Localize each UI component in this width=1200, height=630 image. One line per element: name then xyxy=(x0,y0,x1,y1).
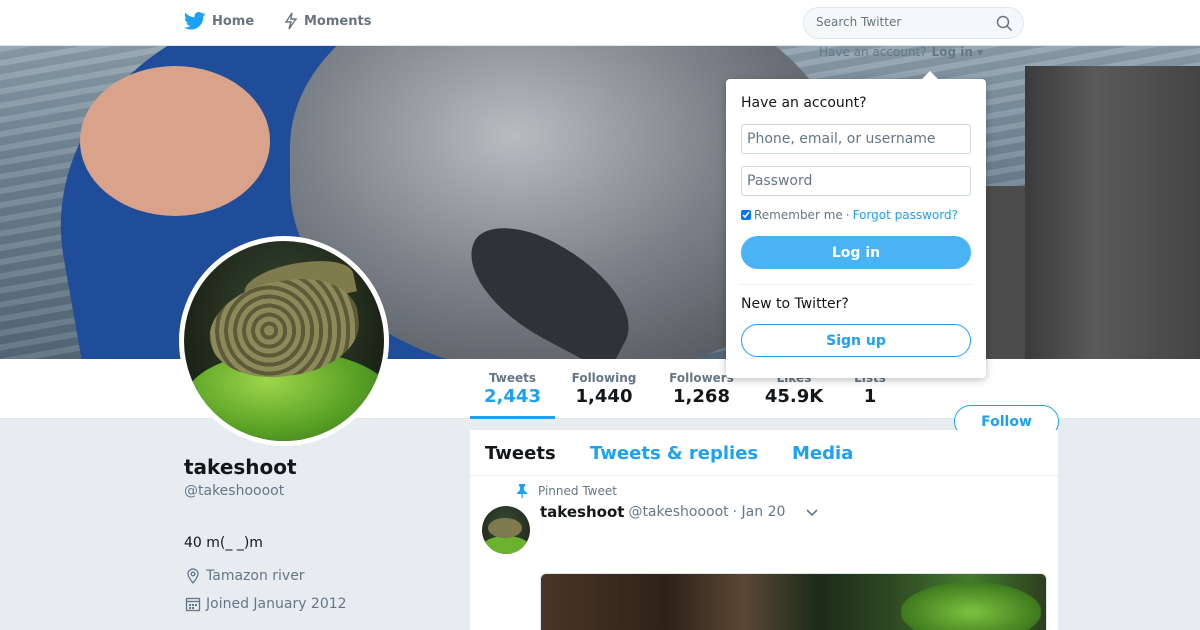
divider xyxy=(741,284,971,285)
profile-banner xyxy=(0,46,1200,359)
stat-value: 2,443 xyxy=(484,386,541,407)
banner-rock xyxy=(1025,66,1200,359)
timeline: Tweets Tweets & replies Media Pinned Twe… xyxy=(470,430,1058,630)
stat-tweets[interactable]: Tweets 2,443 xyxy=(470,371,555,419)
tweet-avatar-fish xyxy=(488,518,522,538)
pinned-tweet-text: Pinned Tweet xyxy=(538,484,617,498)
profile-joined-text: Joined January 2012 xyxy=(206,596,347,612)
nav-home[interactable]: Home xyxy=(184,12,254,30)
search-box[interactable] xyxy=(803,7,1024,39)
banner-hand xyxy=(80,66,270,216)
profile-location-text: Tamazon river xyxy=(206,568,305,584)
stat-value: 1,440 xyxy=(575,386,633,407)
nav-moments-label: Moments xyxy=(304,13,372,29)
login-dropdown: Have an account? Remember me · Forgot pa… xyxy=(726,71,986,378)
tweet-date[interactable]: · Jan 20 xyxy=(733,504,786,520)
chevron-down-icon[interactable] xyxy=(805,508,819,518)
top-nav: Home Moments xyxy=(0,0,1200,46)
profile-bio: 40 m(_ _)m xyxy=(184,535,263,551)
tweet-header: takeshoot @takeshoooot · Jan 20 xyxy=(540,503,785,521)
tweet-avatar-leaves xyxy=(482,536,530,554)
nav-home-label: Home xyxy=(212,13,255,29)
tweet-media-image[interactable] xyxy=(540,573,1047,630)
login-dropdown-title: Have an account? xyxy=(741,95,867,111)
stat-label: Following xyxy=(571,371,637,385)
location-pin-icon xyxy=(187,568,199,585)
stat-value: 1 xyxy=(863,386,877,407)
calendar-icon xyxy=(185,597,201,612)
username-input[interactable] xyxy=(741,124,971,154)
search-icon[interactable] xyxy=(996,15,1013,32)
pinned-tweet-label: Pinned Tweet xyxy=(516,484,617,498)
remember-row: Remember me · Forgot password? xyxy=(741,208,958,222)
new-to-twitter-text: New to Twitter? xyxy=(741,296,849,312)
tab-tweets[interactable]: Tweets xyxy=(485,443,556,464)
pin-icon xyxy=(517,484,527,498)
tweet-author-name[interactable]: takeshoot xyxy=(540,503,624,521)
stat-value: 45.9K xyxy=(764,386,824,407)
tweet-avatar[interactable] xyxy=(482,506,530,554)
forgot-password-link[interactable]: Forgot password? xyxy=(853,208,958,222)
login-link[interactable]: Log in ▾ xyxy=(932,45,984,59)
nav-moments[interactable]: Moments xyxy=(284,12,371,30)
signup-button[interactable]: Sign up xyxy=(741,324,971,357)
remember-label[interactable]: Remember me xyxy=(754,208,843,222)
have-account-text: Have an account? xyxy=(819,45,927,59)
tweet-media-plant xyxy=(901,582,1041,630)
password-input[interactable] xyxy=(741,166,971,196)
have-account-prompt: Have an account? Log in ▾ xyxy=(819,45,983,59)
profile-joined: Joined January 2012 xyxy=(184,595,347,613)
profile-name[interactable]: takeshoot xyxy=(184,455,297,479)
stat-following[interactable]: Following 1,440 xyxy=(566,371,642,407)
profile-avatar[interactable] xyxy=(179,236,389,446)
stat-value: 1,268 xyxy=(673,386,730,407)
tweet-author-handle[interactable]: @takeshoooot xyxy=(628,504,728,520)
tab-tweets-replies[interactable]: Tweets & replies xyxy=(590,443,758,464)
login-button[interactable]: Log in xyxy=(741,236,971,269)
profile-location: Tamazon river xyxy=(184,567,305,585)
profile-handle[interactable]: @takeshoooot xyxy=(184,483,284,499)
stat-label: Tweets xyxy=(488,371,537,385)
tab-media[interactable]: Media xyxy=(792,443,853,464)
lightning-icon xyxy=(284,12,298,30)
search-input[interactable] xyxy=(816,15,986,29)
twitter-bird-icon xyxy=(184,12,206,30)
timeline-tabs: Tweets Tweets & replies Media xyxy=(470,430,1058,476)
remember-separator: · xyxy=(845,208,850,222)
remember-checkbox[interactable] xyxy=(741,210,751,220)
